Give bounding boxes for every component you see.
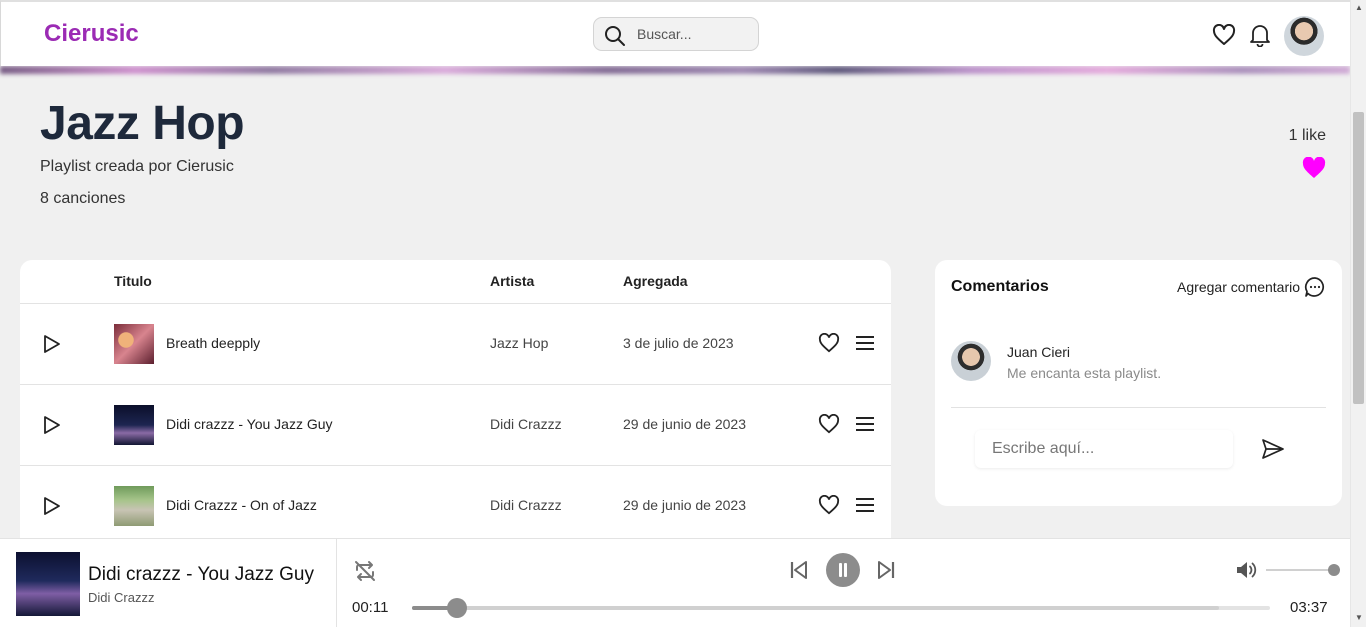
music-player: Didi crazzz - You Jazz Guy Didi Crazzz 0…	[0, 538, 1350, 627]
like-heart-icon[interactable]	[1302, 157, 1326, 179]
scroll-down-arrow-icon[interactable]: ▼	[1355, 613, 1363, 622]
scrollbar-thumb[interactable]	[1353, 112, 1364, 404]
search-icon	[605, 26, 625, 46]
song-title[interactable]: Didi Crazzz - On of Jazz	[166, 497, 317, 513]
table-row[interactable]: Didi Crazzz - On of Jazz Didi Crazzz 29 …	[20, 466, 891, 547]
previous-icon[interactable]	[789, 560, 809, 580]
top-nav: Cierusic	[0, 0, 1350, 66]
search-input[interactable]	[637, 26, 747, 42]
divider	[951, 407, 1326, 408]
song-date: 3 de julio de 2023	[623, 335, 734, 351]
column-added: Agregada	[623, 273, 688, 289]
song-artist[interactable]: Didi Crazzz	[490, 497, 562, 513]
buffer-bar	[412, 606, 1219, 610]
volume-slider[interactable]	[1266, 564, 1340, 576]
comments-panel: Comentarios Agregar comentario Juan Cier…	[935, 260, 1342, 506]
table-row[interactable]: Didi crazzz - You Jazz Guy Didi Crazzz 2…	[20, 385, 891, 466]
comment-input[interactable]	[975, 430, 1233, 468]
heart-icon[interactable]	[818, 414, 840, 434]
comment-author: Juan Cieri	[1007, 344, 1071, 360]
scroll-up-arrow-icon[interactable]: ▲	[1355, 3, 1363, 12]
playlist-banner	[0, 66, 1350, 74]
table-row[interactable]: Breath deepply Jazz Hop 3 de julio de 20…	[20, 304, 891, 385]
playlist-subtitle: Playlist creada por Cierusic	[40, 158, 234, 175]
column-artist: Artista	[490, 273, 535, 289]
next-icon[interactable]	[876, 560, 896, 580]
send-icon[interactable]	[1261, 438, 1285, 460]
comment-bubble-icon[interactable]	[1304, 276, 1326, 298]
song-cover	[114, 324, 154, 364]
play-icon[interactable]	[42, 495, 62, 517]
volume-handle[interactable]	[1328, 564, 1340, 576]
notifications-bell-icon[interactable]	[1249, 23, 1271, 47]
progress-handle[interactable]	[446, 598, 467, 618]
song-date: 29 de junio de 2023	[623, 416, 746, 432]
menu-icon[interactable]	[855, 497, 875, 513]
song-cover	[114, 405, 154, 445]
now-playing-title: Didi crazzz - You Jazz Guy	[88, 564, 314, 585]
search-box[interactable]	[593, 17, 759, 51]
song-title[interactable]: Didi crazzz - You Jazz Guy	[166, 416, 333, 432]
favorites-heart-icon[interactable]	[1212, 24, 1236, 46]
now-playing-artist: Didi Crazzz	[88, 590, 155, 605]
song-artist[interactable]: Jazz Hop	[490, 335, 548, 351]
comments-heading: Comentarios	[951, 278, 1049, 295]
heart-icon[interactable]	[818, 333, 840, 353]
comment-text: Me encanta esta playlist.	[1007, 365, 1162, 381]
playlist-title: Jazz Hop	[40, 97, 245, 150]
play-icon[interactable]	[42, 333, 62, 355]
user-avatar[interactable]	[1284, 16, 1324, 56]
like-count: 1 like	[1288, 127, 1326, 144]
total-time: 03:37	[1290, 599, 1328, 616]
page-scrollbar[interactable]: ▲ ▼	[1350, 0, 1366, 627]
column-title: Titulo	[114, 273, 152, 289]
song-date: 29 de junio de 2023	[623, 497, 746, 513]
repeat-off-icon[interactable]	[353, 559, 377, 583]
pause-button[interactable]	[826, 553, 860, 587]
now-playing-cover	[16, 552, 80, 616]
song-table: Titulo Artista Agregada Breath deepply J…	[20, 260, 891, 560]
now-playing: Didi crazzz - You Jazz Guy Didi Crazzz	[0, 539, 337, 627]
song-cover	[114, 486, 154, 526]
current-time: 00:11	[352, 599, 389, 616]
table-header: Titulo Artista Agregada	[20, 260, 891, 304]
add-comment-button[interactable]: Agregar comentario	[1177, 279, 1300, 295]
song-title[interactable]: Breath deepply	[166, 335, 260, 351]
play-icon[interactable]	[42, 414, 62, 436]
menu-icon[interactable]	[855, 335, 875, 351]
progress-bar[interactable]	[412, 598, 1270, 618]
menu-icon[interactable]	[855, 416, 875, 432]
avatar	[951, 341, 991, 381]
song-count: 8 canciones	[40, 190, 126, 207]
brand-logo[interactable]: Cierusic	[44, 20, 139, 48]
volume-icon[interactable]	[1235, 559, 1259, 581]
heart-icon[interactable]	[818, 495, 840, 515]
song-artist[interactable]: Didi Crazzz	[490, 416, 562, 432]
